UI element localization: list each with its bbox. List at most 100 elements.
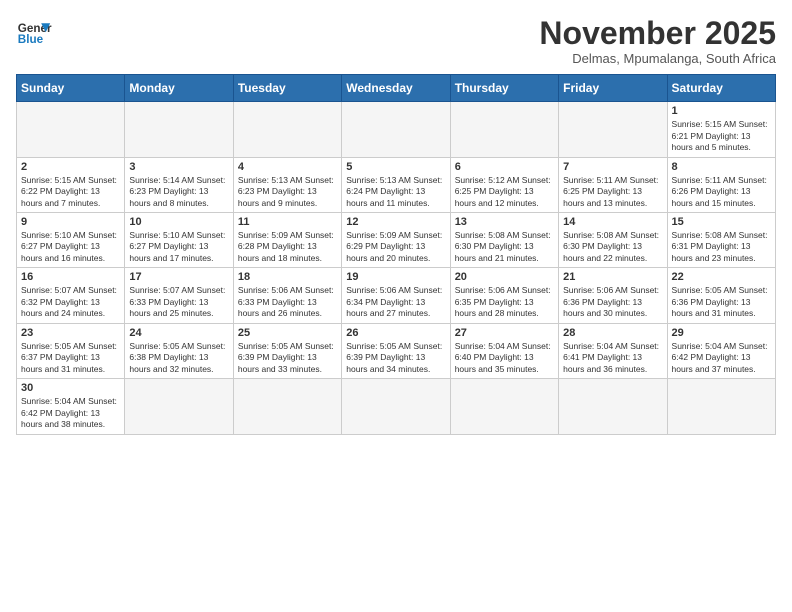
day-sun-info: Sunrise: 5:05 AM Sunset: 6:37 PM Dayligh…: [21, 341, 120, 375]
day-number: 23: [21, 327, 120, 339]
calendar-day-cell: 28Sunrise: 5:04 AM Sunset: 6:41 PM Dayli…: [559, 323, 667, 378]
calendar-week-row: 16Sunrise: 5:07 AM Sunset: 6:32 PM Dayli…: [17, 268, 776, 323]
day-sun-info: Sunrise: 5:13 AM Sunset: 6:23 PM Dayligh…: [238, 175, 337, 209]
day-sun-info: Sunrise: 5:06 AM Sunset: 6:36 PM Dayligh…: [563, 285, 662, 319]
day-number: 20: [455, 271, 554, 283]
day-sun-info: Sunrise: 5:04 AM Sunset: 6:42 PM Dayligh…: [21, 396, 120, 430]
day-number: 8: [672, 161, 771, 173]
day-number: 30: [21, 382, 120, 394]
day-number: 1: [672, 105, 771, 117]
day-sun-info: Sunrise: 5:09 AM Sunset: 6:28 PM Dayligh…: [238, 230, 337, 264]
calendar-day-cell: 19 Sunrise: 5:06 AM Sunset: 6:34 PM Dayli…: [342, 268, 450, 323]
day-sun-info: Sunrise: 5:05 AM Sunset: 6:38 PM Dayligh…: [129, 341, 228, 375]
calendar-day-cell: 13 Sunrise: 5:08 AM Sunset: 6:30 PM Dayli…: [450, 213, 558, 268]
calendar-day-cell: 26 Sunrise: 5:05 AM Sunset: 6:39 PM Dayli…: [342, 323, 450, 378]
calendar-day-cell: [125, 102, 233, 157]
day-number: 27: [455, 327, 554, 339]
day-sun-info: Sunrise: 5:06 AM Sunset: 6:34 PM Dayligh…: [346, 285, 445, 319]
day-number: 2: [21, 161, 120, 173]
day-sun-info: Sunrise: 5:05 AM Sunset: 6:39 PM Dayligh…: [346, 341, 445, 375]
calendar-day-cell: 15 Sunrise: 5:08 AM Sunset: 6:31 PM Dayli…: [667, 213, 775, 268]
day-sun-info: Sunrise: 5:05 AM Sunset: 6:36 PM Dayligh…: [672, 285, 771, 319]
calendar-day-cell: 11 Sunrise: 5:09 AM Sunset: 6:28 PM Dayli…: [233, 213, 341, 268]
calendar-week-row: 1Sunrise: 5:15 AM Sunset: 6:21 PM Daylig…: [17, 102, 776, 157]
svg-text:Blue: Blue: [18, 33, 44, 46]
day-number: 10: [129, 216, 228, 228]
day-number: 19: [346, 271, 445, 283]
calendar-day-cell: 14 Sunrise: 5:08 AM Sunset: 6:30 PM Dayli…: [559, 213, 667, 268]
day-number: 26: [346, 327, 445, 339]
calendar-day-cell: [125, 379, 233, 434]
location-subtitle: Delmas, Mpumalanga, South Africa: [539, 51, 776, 66]
day-number: 15: [672, 216, 771, 228]
calendar-day-cell: 30 Sunrise: 5:04 AM Sunset: 6:42 PM Dayli…: [17, 379, 125, 434]
day-sun-info: Sunrise: 5:04 AM Sunset: 6:42 PM Dayligh…: [672, 341, 771, 375]
calendar-day-cell: 12Sunrise: 5:09 AM Sunset: 6:29 PM Dayli…: [342, 213, 450, 268]
weekday-header-monday: Monday: [125, 75, 233, 102]
day-sun-info: Sunrise: 5:08 AM Sunset: 6:30 PM Dayligh…: [563, 230, 662, 264]
day-sun-info: Sunrise: 5:15 AM Sunset: 6:22 PM Dayligh…: [21, 175, 120, 209]
day-sun-info: Sunrise: 5:04 AM Sunset: 6:40 PM Dayligh…: [455, 341, 554, 375]
day-number: 9: [21, 216, 120, 228]
day-sun-info: Sunrise: 5:14 AM Sunset: 6:23 PM Dayligh…: [129, 175, 228, 209]
day-sun-info: Sunrise: 5:04 AM Sunset: 6:41 PM Dayligh…: [563, 341, 662, 375]
calendar-day-cell: [342, 379, 450, 434]
calendar-week-row: 9 Sunrise: 5:10 AM Sunset: 6:27 PM Daylig…: [17, 213, 776, 268]
calendar-day-cell: 8Sunrise: 5:11 AM Sunset: 6:26 PM Daylig…: [667, 157, 775, 212]
calendar-day-cell: [667, 379, 775, 434]
day-number: 7: [563, 161, 662, 173]
calendar-day-cell: 1Sunrise: 5:15 AM Sunset: 6:21 PM Daylig…: [667, 102, 775, 157]
day-number: 14: [563, 216, 662, 228]
day-number: 25: [238, 327, 337, 339]
calendar-day-cell: 27 Sunrise: 5:04 AM Sunset: 6:40 PM Dayli…: [450, 323, 558, 378]
day-number: 16: [21, 271, 120, 283]
calendar-table: SundayMondayTuesdayWednesdayThursdayFrid…: [16, 74, 776, 434]
weekday-header-friday: Friday: [559, 75, 667, 102]
day-number: 12: [346, 216, 445, 228]
weekday-header-tuesday: Tuesday: [233, 75, 341, 102]
calendar-day-cell: 6Sunrise: 5:12 AM Sunset: 6:25 PM Daylig…: [450, 157, 558, 212]
calendar-day-cell: 9 Sunrise: 5:10 AM Sunset: 6:27 PM Daylig…: [17, 213, 125, 268]
calendar-day-cell: [450, 102, 558, 157]
weekday-header-sunday: Sunday: [17, 75, 125, 102]
day-number: 13: [455, 216, 554, 228]
calendar-week-row: 23 Sunrise: 5:05 AM Sunset: 6:37 PM Dayli…: [17, 323, 776, 378]
day-sun-info: Sunrise: 5:05 AM Sunset: 6:39 PM Dayligh…: [238, 341, 337, 375]
day-number: 3: [129, 161, 228, 173]
calendar-day-cell: [559, 102, 667, 157]
calendar-day-cell: 25 Sunrise: 5:05 AM Sunset: 6:39 PM Dayli…: [233, 323, 341, 378]
calendar-day-cell: 16Sunrise: 5:07 AM Sunset: 6:32 PM Dayli…: [17, 268, 125, 323]
calendar-day-cell: 3 Sunrise: 5:14 AM Sunset: 6:23 PM Daylig…: [125, 157, 233, 212]
day-sun-info: Sunrise: 5:08 AM Sunset: 6:30 PM Dayligh…: [455, 230, 554, 264]
day-sun-info: Sunrise: 5:10 AM Sunset: 6:27 PM Dayligh…: [129, 230, 228, 264]
weekday-header-row: SundayMondayTuesdayWednesdayThursdayFrid…: [17, 75, 776, 102]
calendar-day-cell: [17, 102, 125, 157]
calendar-day-cell: 23 Sunrise: 5:05 AM Sunset: 6:37 PM Dayli…: [17, 323, 125, 378]
day-sun-info: Sunrise: 5:08 AM Sunset: 6:31 PM Dayligh…: [672, 230, 771, 264]
calendar-day-cell: 21 Sunrise: 5:06 AM Sunset: 6:36 PM Dayli…: [559, 268, 667, 323]
logo-icon: General Blue: [16, 16, 52, 52]
day-number: 11: [238, 216, 337, 228]
page-header: General Blue November 2025 Delmas, Mpuma…: [16, 16, 776, 66]
month-title: November 2025: [539, 16, 776, 51]
calendar-day-cell: 29 Sunrise: 5:04 AM Sunset: 6:42 PM Dayli…: [667, 323, 775, 378]
day-number: 24: [129, 327, 228, 339]
calendar-day-cell: 24 Sunrise: 5:05 AM Sunset: 6:38 PM Dayli…: [125, 323, 233, 378]
day-sun-info: Sunrise: 5:10 AM Sunset: 6:27 PM Dayligh…: [21, 230, 120, 264]
day-number: 18: [238, 271, 337, 283]
calendar-day-cell: [342, 102, 450, 157]
title-block: November 2025 Delmas, Mpumalanga, South …: [539, 16, 776, 66]
day-number: 21: [563, 271, 662, 283]
calendar-day-cell: 20 Sunrise: 5:06 AM Sunset: 6:35 PM Dayli…: [450, 268, 558, 323]
weekday-header-wednesday: Wednesday: [342, 75, 450, 102]
calendar-day-cell: 7 Sunrise: 5:11 AM Sunset: 6:25 PM Daylig…: [559, 157, 667, 212]
day-sun-info: Sunrise: 5:11 AM Sunset: 6:25 PM Dayligh…: [563, 175, 662, 209]
day-number: 29: [672, 327, 771, 339]
day-sun-info: Sunrise: 5:06 AM Sunset: 6:35 PM Dayligh…: [455, 285, 554, 319]
calendar-day-cell: 4Sunrise: 5:13 AM Sunset: 6:23 PM Daylig…: [233, 157, 341, 212]
calendar-week-row: 2 Sunrise: 5:15 AM Sunset: 6:22 PM Daylig…: [17, 157, 776, 212]
day-sun-info: Sunrise: 5:06 AM Sunset: 6:33 PM Dayligh…: [238, 285, 337, 319]
day-number: 5: [346, 161, 445, 173]
calendar-day-cell: [233, 379, 341, 434]
weekday-header-saturday: Saturday: [667, 75, 775, 102]
